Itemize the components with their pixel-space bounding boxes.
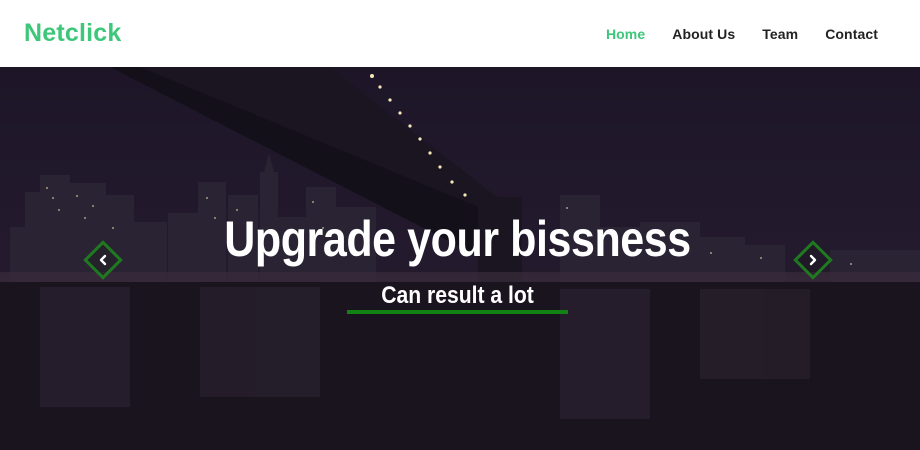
subtitle-underline	[347, 310, 568, 314]
nav-link-team[interactable]: Team	[762, 26, 798, 42]
brand-logo[interactable]: Netclick	[24, 19, 122, 48]
hero-subtitle: Can result a lot	[381, 282, 534, 309]
nav-link-about-us[interactable]: About Us	[672, 26, 735, 42]
navbar: Netclick Home About Us Team Contact	[0, 0, 920, 67]
nav-link-home[interactable]: Home	[606, 26, 645, 42]
hero-title: Upgrade your bissness	[224, 211, 691, 267]
chevron-right-icon	[802, 249, 824, 271]
hero-slider: Upgrade your bissness Can result a lot	[0, 67, 920, 450]
main-nav: Home About Us Team Contact	[579, 26, 878, 42]
chevron-left-icon	[92, 249, 114, 271]
nav-link-contact[interactable]: Contact	[825, 26, 878, 42]
